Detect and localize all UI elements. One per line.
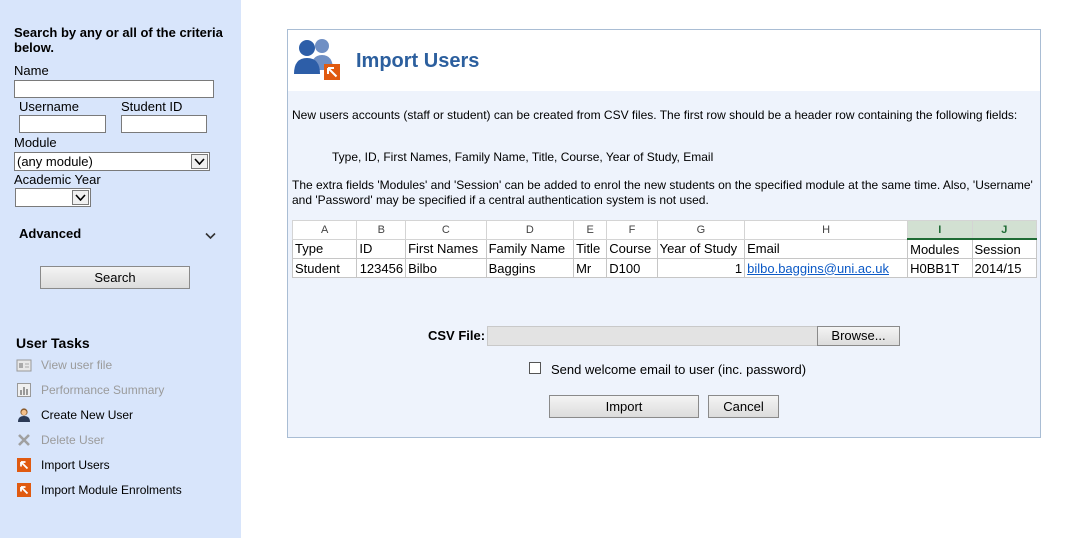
task-view-user-file[interactable]: View user file	[16, 356, 112, 374]
chevron-down-icon	[191, 154, 208, 169]
delete-x-icon	[16, 432, 32, 448]
student-id-label: Student ID	[121, 99, 183, 114]
header-cell: ID	[356, 238, 407, 259]
data-cell: Mr	[573, 258, 608, 278]
task-import-module-enrolments[interactable]: Import Module Enrolments	[16, 481, 182, 499]
header-cell: Modules	[907, 238, 973, 259]
task-label: Import Users	[41, 458, 110, 472]
import-icon	[16, 457, 32, 473]
data-cell: H0BB1T	[907, 258, 973, 278]
username-input[interactable]	[19, 115, 106, 133]
cancel-button[interactable]: Cancel	[708, 395, 779, 418]
column-letter: F	[606, 220, 658, 240]
header-cell: Title	[573, 238, 608, 259]
task-label: Performance Summary	[41, 383, 165, 397]
header-cell: First Names	[405, 238, 487, 259]
task-performance-summary[interactable]: Performance Summary	[16, 381, 164, 399]
header-cell: Type	[291, 238, 358, 259]
name-label: Name	[14, 63, 49, 78]
extra-fields-text: The extra fields 'Modules' and 'Session'…	[292, 178, 1033, 207]
header-cell: Family Name	[485, 238, 575, 259]
chevron-down-icon	[72, 190, 89, 205]
csv-example-sheet: A B C D E F G H I J Type ID First Names …	[291, 220, 1038, 278]
column-letters-row: A B C D E F G H I J	[291, 220, 1038, 240]
import-users-panel: Import Users New users accounts (staff o…	[287, 29, 1041, 438]
data-cell: bilbo.baggins@uni.ac.uk	[744, 258, 909, 278]
data-cell: 1	[656, 258, 746, 278]
new-user-icon	[16, 407, 32, 423]
column-letter: D	[485, 220, 575, 240]
column-letter: A	[291, 220, 358, 240]
table-row: Type ID First Names Family Name Title Co…	[291, 238, 1038, 259]
column-letter: C	[405, 220, 487, 240]
task-label: Delete User	[41, 433, 105, 447]
header-cell: Course	[606, 238, 658, 259]
sidebar: Search by any or all of the criteria bel…	[0, 0, 241, 538]
import-icon	[16, 482, 32, 498]
task-create-new-user[interactable]: Create New User	[16, 406, 133, 424]
column-letter: E	[573, 220, 608, 240]
academic-year-select[interactable]	[15, 188, 91, 207]
page-title: Import Users	[356, 50, 480, 72]
import-button[interactable]: Import	[549, 395, 699, 418]
header-cell: Session	[971, 238, 1038, 259]
task-delete-user[interactable]: Delete User	[16, 431, 104, 449]
task-label: Create New User	[41, 408, 134, 422]
header-cell: Email	[744, 238, 909, 259]
data-cell: Bilbo	[405, 258, 487, 278]
advanced-toggle[interactable]: Advanced	[19, 226, 219, 244]
task-import-users[interactable]: Import Users	[16, 456, 110, 474]
data-cell: Baggins	[485, 258, 575, 278]
search-button[interactable]: Search	[40, 266, 190, 289]
data-cell: 2014/15	[971, 258, 1038, 278]
username-label: Username	[19, 99, 79, 114]
task-label: View user file	[41, 358, 113, 372]
module-select[interactable]: (any module)	[14, 152, 210, 171]
panel-header: Import Users	[288, 30, 1040, 91]
advanced-label: Advanced	[19, 226, 82, 241]
browse-button[interactable]: Browse...	[817, 326, 900, 346]
header-cell: Year of Study	[656, 238, 746, 259]
intro-text: New users accounts (staff or student) ca…	[292, 108, 1018, 122]
task-label: Import Module Enrolments	[41, 483, 182, 497]
column-letter-highlighted: I	[907, 220, 973, 240]
name-input[interactable]	[14, 80, 214, 98]
user-tasks-title: User Tasks	[16, 335, 90, 351]
column-letter: B	[356, 220, 407, 240]
data-cell: 123456	[356, 258, 407, 278]
academic-year-label: Academic Year	[14, 172, 101, 187]
fields-line: Type, ID, First Names, Family Name, Titl…	[332, 150, 714, 164]
column-letter: H	[744, 220, 909, 240]
data-cell: D100	[606, 258, 658, 278]
chevron-down-icon	[205, 229, 216, 243]
import-users-icon	[292, 36, 342, 85]
student-id-input[interactable]	[121, 115, 207, 133]
module-label: Module	[14, 135, 57, 150]
table-row: Student 123456 Bilbo Baggins Mr D100 1 b…	[291, 258, 1038, 278]
performance-chart-icon	[16, 382, 32, 398]
csv-file-label: CSV File:	[428, 328, 486, 343]
module-select-value: (any module)	[17, 154, 93, 169]
welcome-email-checkbox[interactable]	[529, 362, 541, 374]
column-letter-highlighted: J	[971, 220, 1038, 240]
data-cell: Student	[291, 258, 358, 278]
email-link[interactable]: bilbo.baggins@uni.ac.uk	[747, 261, 889, 276]
column-letter: G	[656, 220, 746, 240]
search-criteria-title: Search by any or all of the criteria bel…	[14, 25, 223, 55]
user-file-icon	[16, 357, 32, 373]
csv-file-input[interactable]	[487, 326, 818, 346]
welcome-email-label: Send welcome email to user (inc. passwor…	[551, 362, 807, 377]
